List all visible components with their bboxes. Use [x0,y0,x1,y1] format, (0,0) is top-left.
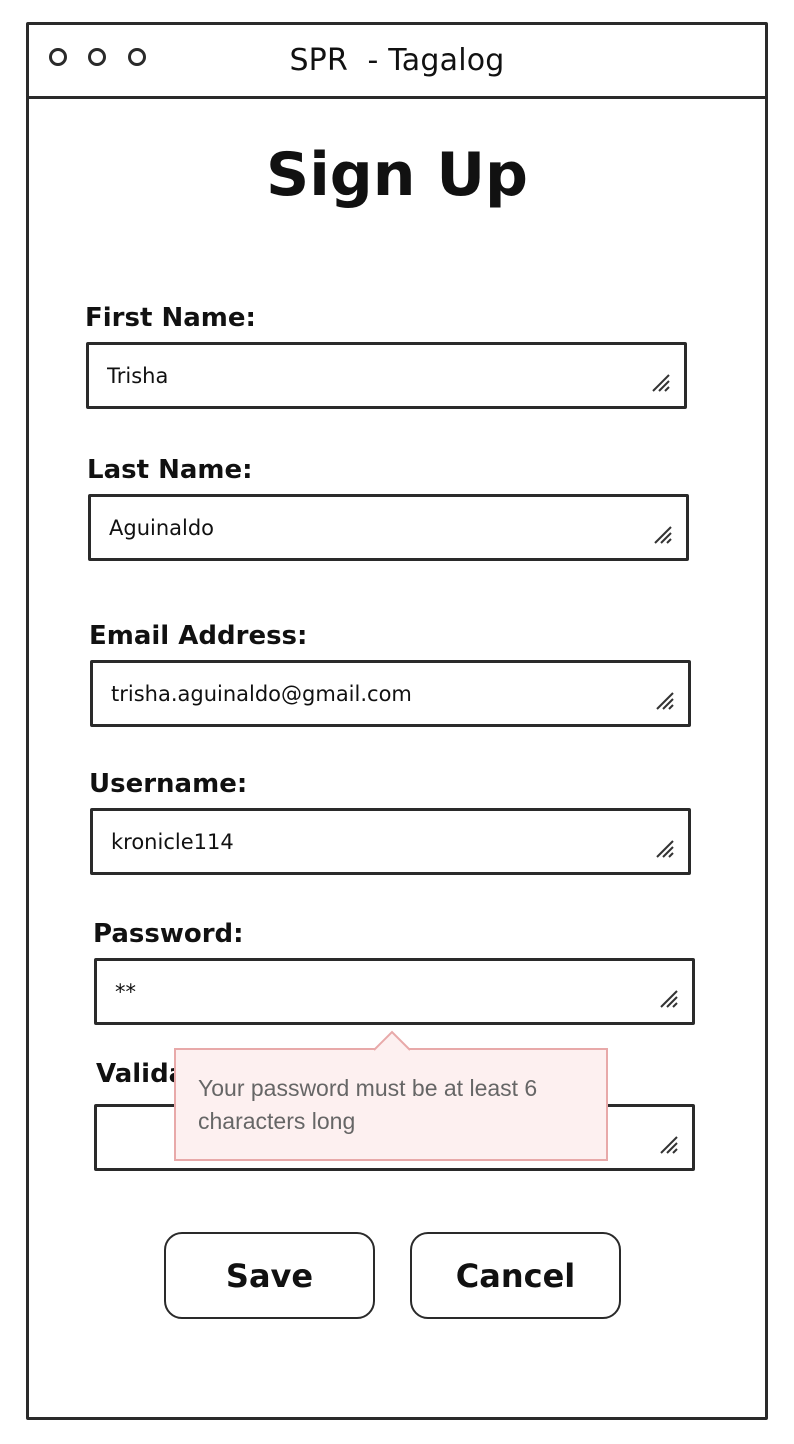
email-field[interactable] [90,660,691,727]
window-title: SPR - Tagalog [289,43,505,78]
first-name-field[interactable] [86,342,687,409]
password-field[interactable] [94,958,695,1025]
tooltip-message: Your password must be at least 6 charact… [198,1075,538,1134]
tooltip-arrow-icon [373,1030,411,1051]
username-input[interactable] [111,825,631,859]
first-name-label: First Name: [85,303,256,333]
resize-handle-icon[interactable] [658,1134,678,1154]
email-label: Email Address: [89,621,308,651]
password-error-tooltip: Your password must be at least 6 charact… [174,1048,608,1161]
password-input[interactable] [115,975,635,1009]
resize-handle-icon[interactable] [654,838,674,858]
password-label: Password: [93,919,244,949]
last-name-field[interactable] [88,494,689,561]
first-name-input[interactable] [107,359,627,393]
last-name-input[interactable] [109,511,629,545]
last-name-label: Last Name: [87,455,253,485]
cancel-button[interactable]: Cancel [410,1232,621,1319]
resize-handle-icon[interactable] [654,690,674,710]
page-title: Sign Up [265,140,528,210]
resize-handle-icon[interactable] [650,372,670,392]
validate-password-label: Valida [96,1059,187,1089]
email-input[interactable] [111,677,631,711]
username-label: Username: [89,769,248,799]
resize-handle-icon[interactable] [652,524,672,544]
resize-handle-icon[interactable] [658,988,678,1008]
title-bar: SPR - Tagalog [29,25,765,99]
save-button[interactable]: Save [164,1232,375,1319]
username-field[interactable] [90,808,691,875]
